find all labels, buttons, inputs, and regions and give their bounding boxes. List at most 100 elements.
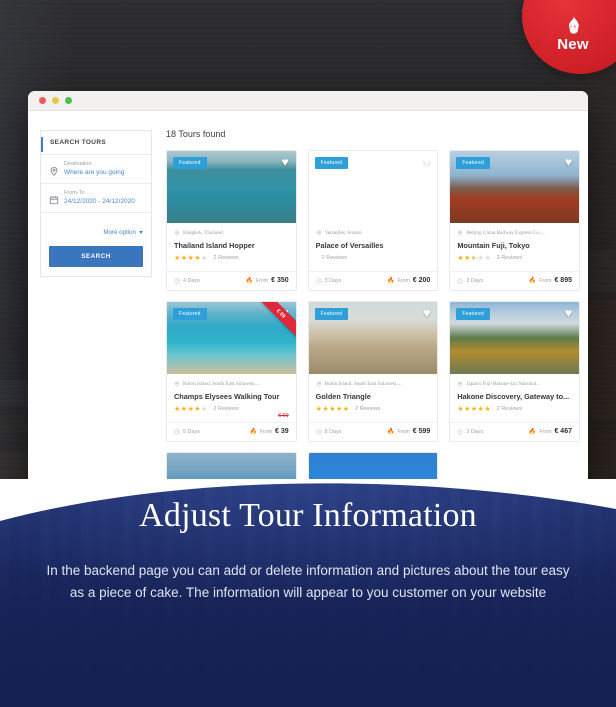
card-body: Versailles, France Palace of Versailles 2 …: [309, 223, 438, 262]
review-count: 2 Reviews: [496, 406, 523, 412]
window-close-dot[interactable]: [39, 97, 46, 104]
card-media: Featured ♥: [167, 151, 296, 223]
card-body: Beijing China Railway Express Co.,... Mou…: [450, 223, 579, 262]
flame-icon: 🔥: [528, 428, 537, 435]
tour-duration-text: 3 Days: [466, 277, 484, 284]
review-count: 2 Reviews: [321, 255, 348, 261]
favorite-heart-icon[interactable]: ♥: [423, 307, 430, 319]
price-block: 🔥 From € 39: [249, 428, 288, 435]
tour-card[interactable]: Featured ♥ Beijing China Railway Express C…: [449, 150, 580, 291]
star-icon: ★: [201, 405, 208, 413]
date-range-input[interactable]: 24/12/2020 - 24/12/2020: [64, 198, 135, 205]
from-label: From: [539, 277, 552, 284]
tour-card[interactable]: Featured ♥ Buton Island, South East Sulawe…: [307, 301, 439, 442]
destination-input[interactable]: Where are you going: [64, 169, 124, 176]
star-icon: ★: [464, 405, 471, 413]
tour-card[interactable]: Featured ♥ Bangkok, Thailand Thailand Islan…: [166, 150, 297, 291]
tour-card[interactable]: Featured ♥ Versailles, France Palace of Ver…: [307, 150, 439, 291]
featured-badge: Featured: [314, 157, 349, 169]
review-count: 2 Reviews: [355, 406, 381, 412]
tour-location-text: Versailles, France: [324, 230, 362, 236]
card-footer: 3 Days 🔥 From € 895: [450, 271, 579, 290]
star-icon: ★: [194, 254, 201, 262]
tour-duration: 3 Days: [316, 278, 341, 284]
card-media: Featured ♥: [450, 302, 579, 374]
star-icon: ★: [477, 254, 484, 262]
featured-badge: Featured: [173, 157, 207, 169]
flame-icon: [565, 15, 582, 34]
tour-location: Japan's Fuji-Hakone-Izu National...: [457, 381, 572, 387]
star-rating: ★ ★ ★ ★ ★: [174, 255, 207, 262]
tour-duration-text: 5 Days: [183, 428, 200, 435]
discount-ribbon: € 39: [256, 302, 296, 341]
star-rating: ★ ★ ★ ★ ★: [457, 406, 490, 413]
rating-row: ★★★★★2 Reviews: [174, 405, 289, 413]
tour-location: Buton Island, South East Sulawesi,...: [316, 381, 431, 387]
rating-row: ★★★★★ 2 Reviews: [174, 254, 289, 262]
star-rating: ★ ★ ★ ★ ★: [174, 406, 207, 413]
card-footer: 3 Days 🔥 From € 200: [308, 271, 438, 290]
review-count: 2 Reviews: [213, 255, 239, 261]
tour-card[interactable]: Featured ♥ Japan's Fuji-Hakone-Izu Nationa…: [449, 301, 580, 442]
tour-title: Golden Triangle: [315, 392, 371, 401]
window-minimize-dot[interactable]: [52, 97, 59, 104]
card-footer: 5 Days 🔥 From € 39: [167, 422, 296, 441]
rating-row: ★★★★★ 2 Reviews: [457, 405, 572, 413]
flame-icon: 🔥: [249, 428, 257, 435]
more-option-toggle[interactable]: More option: [103, 229, 143, 236]
star-icon: ★: [194, 405, 201, 413]
card-footer-wrap: € 69 5 Days 🔥 From € 39: [167, 413, 296, 441]
tour-title: Hakone Discovery, Gateway to...: [457, 392, 570, 401]
tour-title: Mountain Fuji, Tokyo: [457, 241, 530, 250]
search-button-row: SEARCH: [41, 239, 151, 276]
star-icon: ★: [187, 254, 194, 262]
price-block: 🔥 From € 599: [387, 428, 430, 435]
card-media: Featured ♥: [450, 151, 579, 223]
card-body: Buton Island, South East Sulawesi,... Cha…: [167, 374, 296, 413]
tour-location-text: Japan's Fuji-Hakone-Izu National...: [466, 381, 541, 387]
favorite-heart-icon[interactable]: ♥: [423, 156, 430, 168]
browser-window: SEARCH TOURS Destination Where are you g…: [28, 91, 588, 521]
star-icon: ★: [471, 255, 477, 262]
card-footer: 8 Days 🔥 From € 599: [308, 422, 438, 441]
browser-content: SEARCH TOURS Destination Where are you g…: [28, 111, 588, 521]
star-icon: ★: [329, 405, 336, 413]
card-footer-wrap: 3 Days 🔥 From € 467: [450, 422, 579, 441]
tour-location-text: Buton Island, South East Sulawesi,...: [183, 381, 260, 387]
star-icon: ★: [187, 405, 194, 413]
featured-badge: Featured: [456, 157, 490, 169]
star-icon: ★: [470, 405, 478, 413]
search-button[interactable]: SEARCH: [49, 246, 143, 267]
star-icon: ★: [174, 254, 181, 262]
tour-card[interactable]: Featured♥€ 39Buton Island, South East Su…: [166, 301, 297, 442]
tour-duration: 3 Days: [457, 429, 483, 435]
favorite-heart-icon[interactable]: ♥: [282, 156, 289, 168]
map-pin-icon: [49, 166, 59, 176]
info-panel: Adjust Tour Information In the backend p…: [0, 479, 616, 707]
flame-icon: 🔥: [387, 277, 395, 284]
date-range-field[interactable]: From-To 24/12/2020 - 24/12/2020: [41, 184, 151, 213]
star-icon: ★: [180, 254, 188, 262]
search-tours-panel: SEARCH TOURS Destination Where are you g…: [40, 130, 152, 277]
tour-price: € 467: [554, 428, 572, 435]
card-body: Bangkok, Thailand Thailand Island Hopper ★…: [167, 223, 296, 262]
tour-location: Buton Island, South East Sulawesi,...: [174, 381, 289, 387]
favorite-heart-icon[interactable]: ♥: [565, 156, 572, 168]
tour-price: € 350: [271, 277, 289, 284]
star-rating: ★ ★ ★ ★ ★: [316, 406, 349, 413]
star-icon: ★: [484, 254, 491, 262]
tour-duration: 3 Days: [457, 278, 483, 284]
old-price: € 69: [278, 413, 289, 419]
price-block: 🔥 From € 895: [529, 277, 572, 284]
tour-location: Beijing China Railway Express Co.,...: [457, 230, 572, 236]
tour-location-text: Beijing China Railway Express Co.,...: [466, 230, 546, 236]
star-icon: ★: [322, 405, 329, 413]
window-maximize-dot[interactable]: [65, 97, 72, 104]
favorite-heart-icon[interactable]: ♥: [565, 307, 572, 319]
card-footer-wrap: 3 Days 🔥 From € 200: [308, 271, 438, 290]
card-body: Japan's Fuji-Hakone-Izu National... Hakon…: [450, 374, 579, 413]
card-footer-wrap: 3 Days 🔥 From € 895: [450, 271, 579, 290]
destination-field[interactable]: Destination Where are you going: [41, 155, 151, 184]
new-badge-label: New: [557, 36, 589, 53]
rating-row: ★★★★★ 2 Reviews: [316, 405, 431, 413]
